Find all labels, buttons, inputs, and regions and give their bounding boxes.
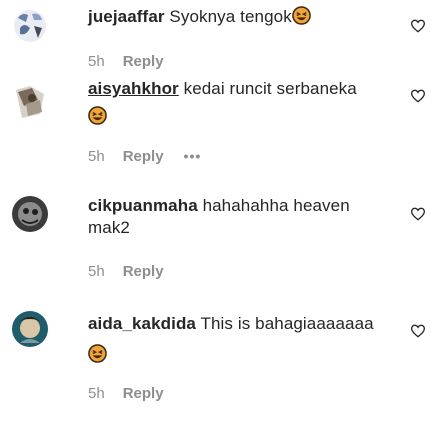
heart-outline-icon[interactable] [410,323,426,339]
grinning-squinting-face-emoji-icon [291,6,311,25]
more-options-button[interactable]: ••• [184,146,202,166]
comment-meta: 5h Reply ••• [88,146,201,166]
comment-text: This is bahagiaaaaaaa [200,314,374,333]
comment-text-continued: mak2 [88,218,130,237]
comment-username[interactable]: aisyahkhor [88,79,179,98]
comment-meta: 5h Reply [88,384,164,404]
comment-username[interactable]: cikpuanmaha [88,196,198,215]
reply-button[interactable]: Reply [123,384,164,404]
comment-meta: 5h Reply [88,262,164,282]
comment-body: juejaaffar Syoknya tengok [88,6,398,28]
comment-text: hahahahha heaven [202,196,350,215]
comment-text: kedai runcit serbaneka [183,79,357,98]
comment-timestamp: 5h [88,148,105,165]
avatar[interactable] [10,6,50,46]
grinning-squinting-face-emoji-icon [88,344,110,366]
comment-timestamp: 5h [88,385,105,402]
comment-body: aida_kakdida This is bahagiaaaaaaa [88,313,398,335]
comment-username[interactable]: aida_kakdida [88,314,196,333]
reply-button[interactable]: Reply [123,147,164,167]
comment-text: Syoknya tengok [169,7,292,26]
reply-button[interactable]: Reply [123,52,164,72]
comment-body: aisyahkhor kedai runcit serbaneka [88,78,398,100]
comment-timestamp: 5h [88,263,105,280]
grinning-squinting-face-emoji-icon [88,106,110,128]
comment-body: cikpuanmaha hahahahha heaven mak2 [88,195,398,239]
reply-button[interactable]: Reply [123,262,164,282]
comment-timestamp: 5h [88,53,105,70]
avatar[interactable] [10,82,50,122]
avatar[interactable] [10,309,50,349]
comment-username[interactable]: juejaaffar [88,7,165,26]
comment-meta: 5h Reply [88,52,164,72]
heart-outline-icon[interactable] [410,206,426,222]
avatar[interactable] [10,194,50,234]
heart-outline-icon[interactable] [410,18,426,34]
heart-outline-icon[interactable] [410,88,426,104]
